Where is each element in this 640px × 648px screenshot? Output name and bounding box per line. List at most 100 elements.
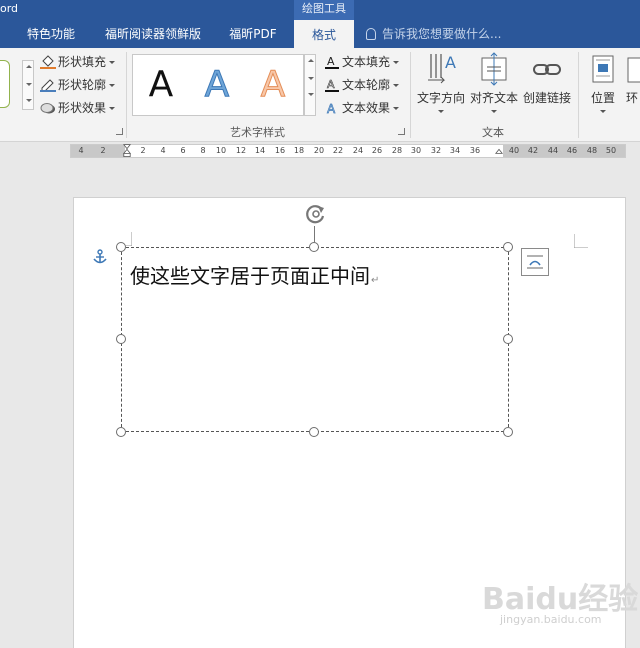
chevron-down-icon <box>393 107 400 110</box>
text-effects-button[interactable]: A 文本效果 <box>324 98 400 118</box>
resize-handle-top-right[interactable] <box>503 242 513 252</box>
watermark-url: jingyan.baidu.com <box>500 613 602 626</box>
tab-foxit-reader[interactable]: 福昕阅读器领鲜版 <box>96 20 210 48</box>
scroll-down-icon[interactable] <box>308 77 314 80</box>
wordart-sample-blue[interactable]: A <box>197 64 237 105</box>
wordart-sample-black[interactable]: A <box>141 65 181 105</box>
anchor-icon[interactable] <box>93 249 107 265</box>
text-box-text: 使这些文字居于页面正中间 <box>130 264 370 288</box>
drawing-tools-context-label: 绘图工具 <box>294 0 354 20</box>
ruler-tick-label: 16 <box>274 146 286 155</box>
scroll-down-icon[interactable] <box>26 83 32 86</box>
position-button[interactable]: 位置 <box>584 52 622 113</box>
resize-handle-top[interactable] <box>309 242 319 252</box>
indent-marker-icon[interactable] <box>123 144 131 158</box>
ribbon-tab-bar: 特色功能 福昕阅读器领鲜版 福昕PDF 格式 告诉我您想要做什么... <box>0 20 640 48</box>
ruler-tick-label: 14 <box>254 146 266 155</box>
ruler-tick-label: 44 <box>547 146 559 155</box>
text-box[interactable]: 使这些文字居于页面正中间↵ <box>121 247 509 432</box>
wordart-gallery-scroll[interactable] <box>304 54 316 116</box>
tab-special-features[interactable]: 特色功能 <box>18 20 84 48</box>
text-fill-icon: A <box>324 55 340 69</box>
chevron-down-icon <box>109 61 116 64</box>
ruler-tick-label: 48 <box>586 146 598 155</box>
ruler-tick-label: 46 <box>566 146 578 155</box>
resize-handle-bottom[interactable] <box>309 427 319 437</box>
paragraph-mark: ↵ <box>371 275 380 286</box>
gallery-more-icon[interactable] <box>308 93 314 96</box>
text-outline-button[interactable]: A 文本轮廓 <box>324 75 400 95</box>
chevron-down-icon <box>600 110 606 113</box>
shape-effects-button[interactable]: 形状效果 <box>40 98 116 118</box>
ruler-tick-label: 34 <box>449 146 461 155</box>
shape-outline-button[interactable]: 形状轮廓 <box>40 75 116 95</box>
text-direction-icon: A <box>425 52 457 88</box>
svg-text:A: A <box>327 78 335 91</box>
ribbon: 形状填充 形状轮廓 形状效果 A A A A 文本填充 A 文本轮廓 A 文本效… <box>0 48 640 142</box>
chevron-down-icon <box>438 110 444 113</box>
tell-me-search[interactable]: 告诉我您想要做什么... <box>366 20 501 48</box>
align-text-label: 对齐文本 <box>469 91 518 105</box>
chevron-down-icon <box>109 84 116 87</box>
resize-handle-right[interactable] <box>503 334 513 344</box>
wrap-text-icon <box>624 52 640 88</box>
group-separator <box>126 52 127 138</box>
position-icon <box>587 52 619 88</box>
ruler-tick-label: 18 <box>293 146 305 155</box>
title-bar: ord 绘图工具 <box>0 0 640 20</box>
ruler-tick-label: 6 <box>180 146 186 155</box>
shape-style-gallery-scroll[interactable] <box>22 60 34 110</box>
wordart-dialog-launcher-icon[interactable] <box>398 128 405 135</box>
wrap-text-button[interactable]: 环 <box>624 52 640 106</box>
ruler-tick-label: 10 <box>215 146 227 155</box>
text-direction-label: 文字方向 <box>416 91 465 105</box>
ruler-tick-label: 40 <box>508 146 520 155</box>
gallery-more-icon[interactable] <box>26 99 32 102</box>
resize-handle-left[interactable] <box>116 334 126 344</box>
baidu-watermark: Baidu经验 <box>482 574 638 618</box>
tab-foxit-pdf[interactable]: 福昕PDF <box>220 20 286 48</box>
text-box-content[interactable]: 使这些文字居于页面正中间↵ <box>130 260 379 289</box>
svg-text:A: A <box>327 102 336 115</box>
shape-outline-label: 形状轮廓 <box>58 78 107 92</box>
text-group-label: 文本 <box>482 126 504 139</box>
align-text-button[interactable]: 对齐文本 <box>469 52 519 113</box>
pencil-icon <box>40 78 56 92</box>
tab-format[interactable]: 格式 <box>294 20 354 48</box>
shape-style-gallery-edge[interactable] <box>0 60 10 108</box>
ruler-tick-label: 42 <box>527 146 539 155</box>
resize-handle-bottom-right[interactable] <box>503 427 513 437</box>
shape-fill-button[interactable]: 形状填充 <box>40 52 116 72</box>
position-label: 位置 <box>590 91 615 105</box>
lightbulb-icon <box>366 28 376 40</box>
chevron-down-icon <box>109 107 116 110</box>
scroll-up-icon[interactable] <box>26 65 32 68</box>
horizontal-ruler[interactable]: 4 2 2 4 6 8 10 12 14 16 18 20 22 24 26 28 30 32 34 36 40 42 44… <box>70 144 626 158</box>
ruler-tick-label: 4 <box>78 146 84 155</box>
text-outline-icon: A <box>324 78 340 92</box>
text-outline-label: 文本轮廓 <box>342 78 391 92</box>
layout-options-button[interactable] <box>521 248 549 276</box>
ruler-tick-label: 2 <box>100 146 106 155</box>
layout-options-icon <box>527 255 543 269</box>
ruler-tick-label: 8 <box>200 146 206 155</box>
wordart-styles-group-label: 艺术字样式 <box>230 126 285 139</box>
align-text-icon <box>478 52 510 88</box>
resize-handle-bottom-left[interactable] <box>116 427 126 437</box>
text-direction-button[interactable]: A 文字方向 <box>416 52 466 113</box>
ruler-tick-label: 36 <box>469 146 481 155</box>
rotate-icon[interactable] <box>304 202 328 226</box>
wordart-sample-orange[interactable]: A <box>253 64 293 105</box>
wordart-style-gallery[interactable]: A A A <box>132 54 304 116</box>
shape-styles-dialog-launcher-icon[interactable] <box>116 128 123 135</box>
group-separator <box>578 52 579 138</box>
text-fill-button[interactable]: A 文本填充 <box>324 52 400 72</box>
scroll-up-icon[interactable] <box>308 59 314 62</box>
ruler-tick-label: 26 <box>371 146 383 155</box>
paint-bucket-icon <box>40 55 56 69</box>
shape-effects-label: 形状效果 <box>58 101 107 115</box>
right-indent-marker-icon[interactable] <box>495 144 503 158</box>
resize-handle-top-left[interactable] <box>116 242 126 252</box>
create-link-button[interactable]: 创建链接 <box>522 52 572 106</box>
app-title: ord <box>0 2 19 15</box>
